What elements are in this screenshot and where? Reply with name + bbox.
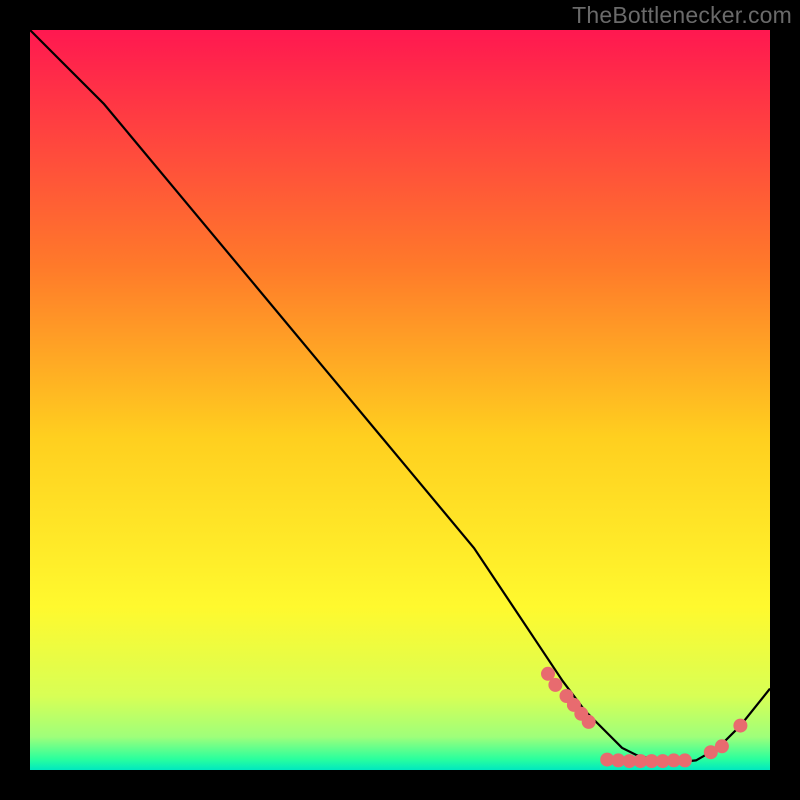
- data-marker: [548, 678, 562, 692]
- gradient-background: [30, 30, 770, 770]
- data-marker: [678, 753, 692, 767]
- watermark-text: TheBottlenecker.com: [572, 2, 792, 29]
- data-marker: [715, 739, 729, 753]
- data-marker: [582, 715, 596, 729]
- data-marker: [733, 719, 747, 733]
- plot-area: [30, 30, 770, 770]
- chart-svg: [30, 30, 770, 770]
- chart-frame: TheBottlenecker.com: [0, 0, 800, 800]
